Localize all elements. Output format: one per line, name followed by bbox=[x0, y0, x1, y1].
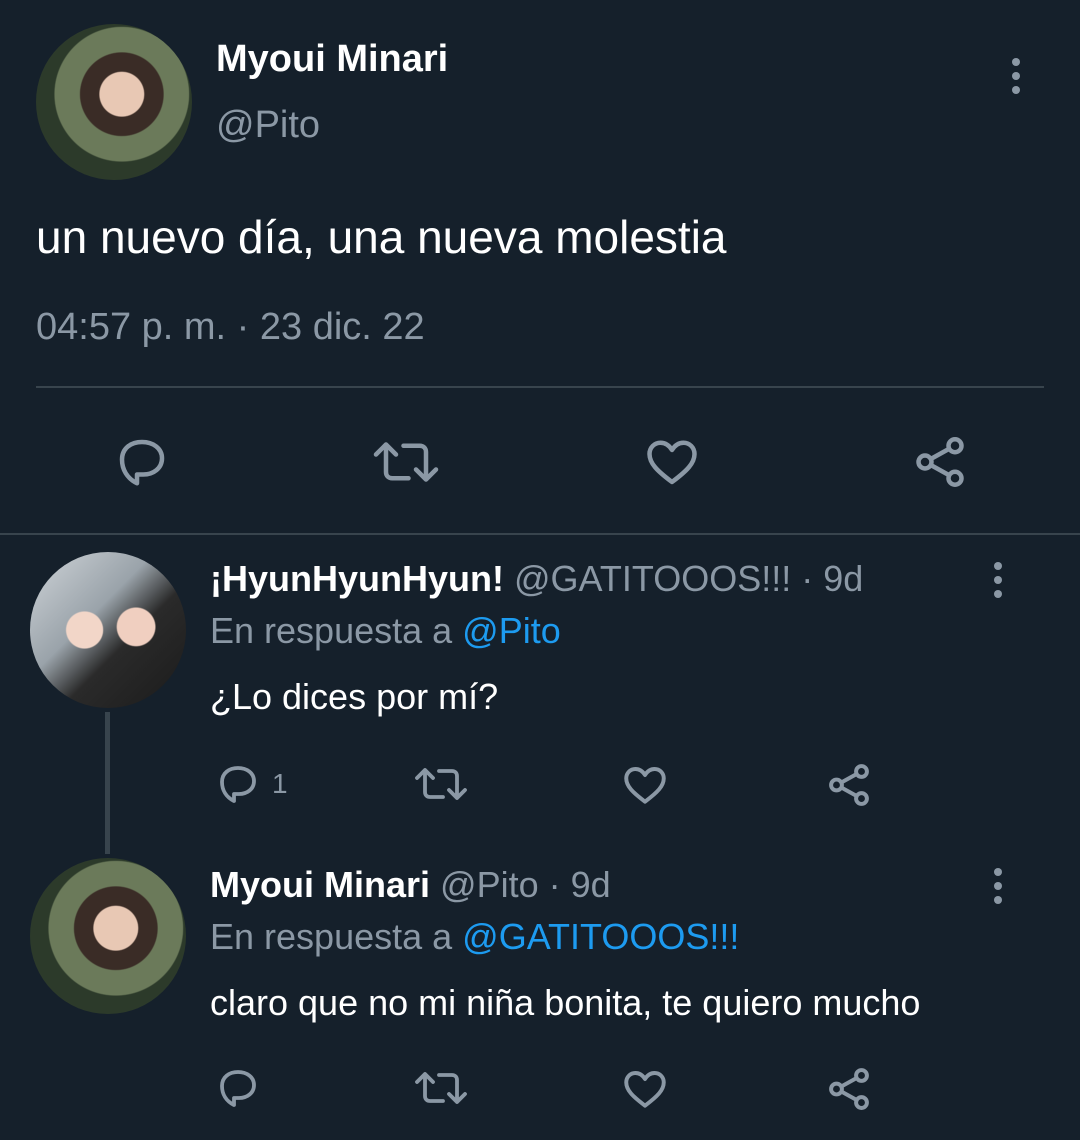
reply-icon[interactable] bbox=[112, 432, 172, 492]
reply-mention-link[interactable]: @GATITOOOS!!! bbox=[462, 916, 739, 957]
heart-icon[interactable] bbox=[642, 432, 702, 492]
avatar[interactable] bbox=[30, 552, 186, 708]
heart-icon[interactable] bbox=[620, 760, 670, 810]
more-vertical-icon[interactable] bbox=[1012, 58, 1022, 100]
author-name[interactable]: ¡HyunHyunHyun! bbox=[210, 558, 504, 599]
author-name[interactable]: Myoui Minari bbox=[210, 864, 430, 905]
more-vertical-icon[interactable] bbox=[994, 868, 1004, 910]
reply-icon[interactable] bbox=[214, 1064, 262, 1112]
retweet-icon[interactable] bbox=[412, 1064, 470, 1112]
retweet-icon[interactable] bbox=[370, 432, 442, 492]
reply-header: ¡HyunHyunHyun! @GATITOOOS!!! · 9d bbox=[210, 558, 863, 600]
tweet-text: un nuevo día, una nueva molestia bbox=[36, 211, 727, 263]
heart-icon[interactable] bbox=[620, 1064, 670, 1114]
divider bbox=[36, 386, 1044, 388]
reply-count: 1 bbox=[272, 768, 288, 799]
share-icon[interactable] bbox=[824, 760, 874, 810]
reply-age: · 9d bbox=[801, 558, 864, 599]
author-name[interactable]: Myoui Minari bbox=[216, 38, 448, 81]
author-handle[interactable]: @Pito bbox=[216, 104, 320, 147]
reply-prefix: En respuesta a bbox=[210, 916, 453, 957]
reply-context: En respuesta a @Pito bbox=[210, 610, 561, 652]
thread-line bbox=[105, 712, 110, 854]
share-icon[interactable] bbox=[824, 1064, 874, 1114]
author-handle[interactable]: @Pito bbox=[440, 864, 539, 905]
reply-header: Myoui Minari @Pito · 9d bbox=[210, 864, 611, 906]
tweet-text: ¿Lo dices por mí? bbox=[210, 676, 499, 717]
tweet-timestamp: 04:57 p. m. · 23 dic. 22 bbox=[36, 306, 425, 348]
more-vertical-icon[interactable] bbox=[994, 562, 1004, 604]
share-icon[interactable] bbox=[910, 432, 970, 492]
reply-context: En respuesta a @GATITOOOS!!! bbox=[210, 916, 739, 958]
tweet-text: claro que no mi niña bonita, te quiero m… bbox=[210, 982, 921, 1023]
avatar[interactable] bbox=[36, 24, 192, 180]
reply-age: · 9d bbox=[548, 864, 611, 905]
retweet-icon[interactable] bbox=[412, 760, 470, 808]
reply-prefix: En respuesta a bbox=[210, 610, 453, 651]
avatar[interactable] bbox=[30, 858, 186, 1014]
reply-icon[interactable] bbox=[214, 760, 262, 808]
reply-mention-link[interactable]: @Pito bbox=[462, 610, 561, 651]
author-handle[interactable]: @GATITOOOS!!! bbox=[514, 558, 791, 599]
section-divider bbox=[0, 533, 1080, 535]
